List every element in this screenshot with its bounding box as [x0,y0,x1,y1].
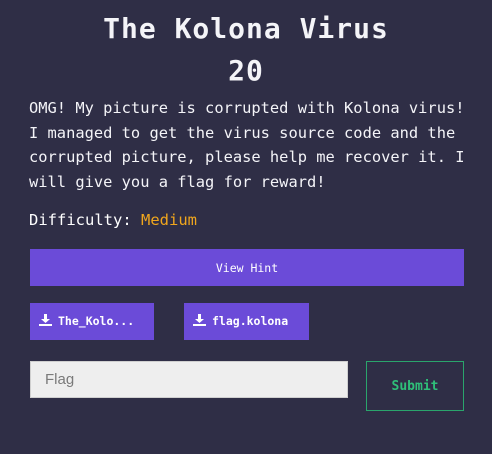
view-hint-button[interactable]: View Hint [30,249,464,286]
difficulty-row: Difficulty: Medium [29,208,197,232]
challenge-points: 20 [228,54,264,87]
difficulty-value: Medium [141,211,197,229]
challenge-panel: The Kolona Virus 20 OMG! My picture is c… [0,0,492,454]
download-file-button-flag[interactable]: flag.kolona [184,303,309,340]
submit-button[interactable]: Submit [366,361,464,411]
flag-input[interactable] [30,361,348,398]
download-icon [39,314,52,326]
file-label: flag.kolona [212,314,289,328]
challenge-description: OMG! My picture is corrupted with Kolona… [29,99,465,191]
download-icon [193,314,206,326]
download-file-button-source[interactable]: The_Kolo... [30,303,154,340]
challenge-title: The Kolona Virus [103,12,389,45]
file-label: The_Kolo... [58,314,135,328]
difficulty-label: Difficulty: [29,211,132,229]
